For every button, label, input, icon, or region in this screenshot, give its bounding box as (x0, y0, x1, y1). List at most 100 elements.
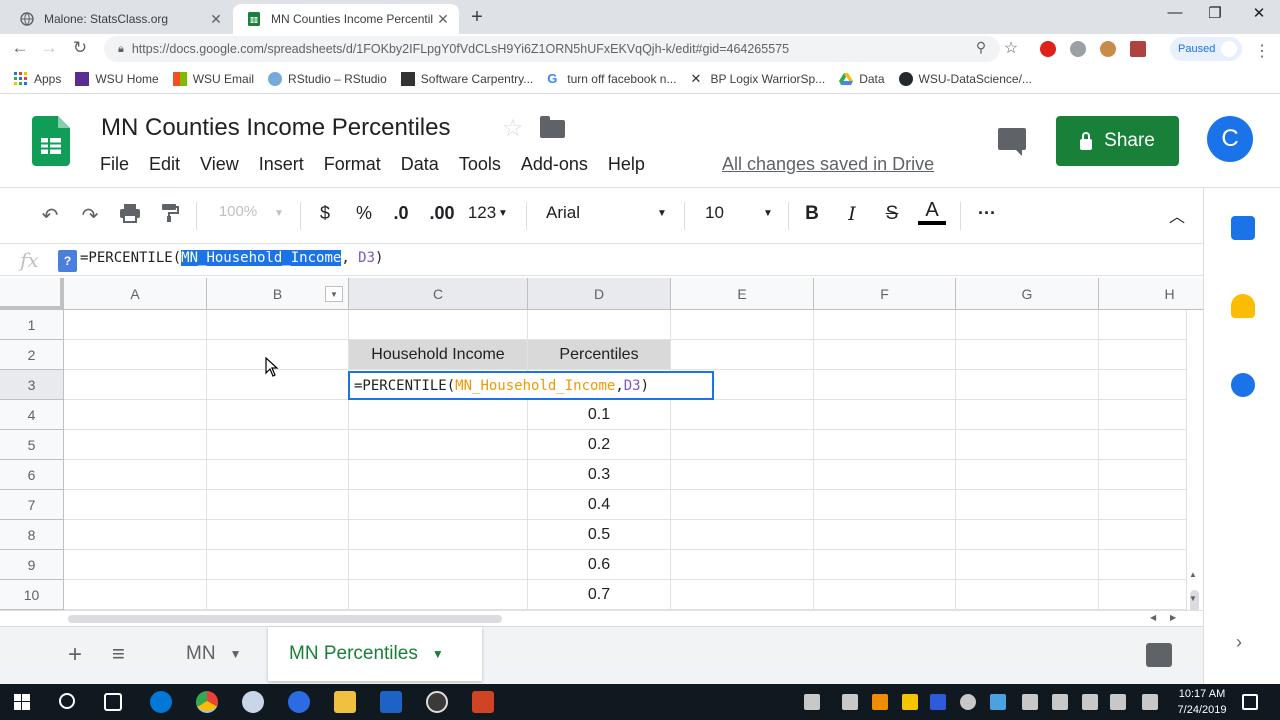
font-size-select[interactable]: 10 (705, 203, 724, 223)
grid-cell[interactable] (956, 460, 1099, 490)
column-menu-chevron-icon[interactable]: ▼ (325, 286, 343, 302)
grid-cell[interactable] (671, 310, 814, 340)
media-player-icon[interactable] (288, 691, 310, 713)
expand-panel-chevron-icon[interactable]: › (1236, 632, 1242, 653)
menu-tools[interactable]: Tools (459, 154, 501, 175)
cell-d2-header[interactable]: Percentiles (528, 340, 671, 370)
search-icon[interactable] (59, 693, 75, 709)
menu-format[interactable]: Format (324, 154, 381, 175)
grid-cell[interactable] (207, 520, 349, 550)
font-select[interactable]: Arial (546, 203, 580, 223)
all-sheets-menu-icon[interactable]: ≡ (112, 641, 125, 667)
bookmark-software-carpentry[interactable]: Software Carpentry... (400, 71, 533, 86)
cell-c2-header[interactable]: Household Income (349, 340, 528, 370)
grid-cell[interactable] (349, 550, 528, 580)
formula-input[interactable]: =PERCENTILE(MN_Household_Income, D3) (80, 250, 383, 266)
grid-cell[interactable] (207, 580, 349, 610)
menu-insert[interactable]: Insert (259, 154, 304, 175)
pdf-extension-icon[interactable] (1130, 41, 1146, 57)
paint-app-icon[interactable] (242, 691, 264, 713)
row-header-1[interactable]: 1 (0, 310, 64, 340)
scroll-up-icon[interactable]: ▲ (1189, 570, 1197, 579)
tray-app-icon[interactable] (1022, 694, 1038, 710)
column-header-f[interactable]: F (814, 278, 956, 310)
percent-format-button[interactable]: % (352, 203, 376, 224)
collapse-toolbar-icon[interactable]: ︿ (1166, 203, 1188, 227)
grid-cell[interactable] (207, 550, 349, 580)
strikethrough-button[interactable]: S (882, 203, 902, 225)
grid-cell[interactable] (207, 490, 349, 520)
close-tab-icon[interactable]: ✕ (433, 11, 453, 28)
vertical-scrollbar[interactable] (1186, 310, 1203, 610)
camera-app-icon[interactable] (426, 691, 448, 713)
grid-cell[interactable] (528, 310, 671, 340)
grid-cell[interactable] (64, 430, 207, 460)
share-button[interactable]: Share (1056, 116, 1179, 166)
grid-cell[interactable] (671, 520, 814, 550)
notifications-icon[interactable] (1242, 694, 1258, 710)
tray-app-icon[interactable] (960, 694, 976, 710)
paint-format-icon[interactable] (158, 203, 182, 228)
column-header-g[interactable]: G (956, 278, 1099, 310)
keep-icon[interactable] (1231, 294, 1255, 318)
spreadsheet-grid[interactable]: A B ▼ C D E F G H 1 2 3 4 5 6 7 8 9 10 H… (0, 278, 1203, 610)
sheets-logo-icon[interactable] (32, 116, 70, 166)
minimize-icon[interactable]: — (1160, 4, 1190, 21)
grid-cell[interactable] (814, 460, 956, 490)
cell-d10[interactable]: 0.7 (528, 580, 671, 610)
grid-cell[interactable] (64, 310, 207, 340)
cell-d5[interactable]: 0.2 (528, 430, 671, 460)
zoom-icon[interactable]: ⚲ (970, 39, 992, 56)
forward-icon[interactable]: → (38, 38, 60, 58)
bold-button[interactable]: B (802, 203, 822, 225)
decrease-decimal-button[interactable]: .0 (388, 203, 414, 224)
horizontal-scrollbar[interactable]: ◀ ▶ (0, 610, 1203, 626)
taskbar-clock[interactable]: 10:17 AM 7/24/2019 (1172, 686, 1232, 718)
windows-start-icon[interactable] (14, 694, 30, 715)
tray-app-icon[interactable] (930, 694, 946, 710)
grid-cell[interactable] (349, 430, 528, 460)
grid-cell[interactable] (814, 490, 956, 520)
menu-help[interactable]: Help (608, 154, 645, 175)
grid-cell[interactable] (814, 550, 956, 580)
grid-cell[interactable] (64, 340, 207, 370)
grid-cell[interactable] (671, 550, 814, 580)
grid-cell[interactable] (671, 340, 814, 370)
row-header-10[interactable]: 10 (0, 580, 64, 610)
grid-cell[interactable] (671, 490, 814, 520)
sheet-tab-mn[interactable]: MN ▼ (168, 627, 268, 681)
extension-icon[interactable] (1070, 41, 1086, 57)
grid-cell[interactable] (207, 400, 349, 430)
profile-paused-button[interactable]: Paused (1170, 37, 1242, 61)
row-header-5[interactable]: 5 (0, 430, 64, 460)
pen-icon[interactable] (1142, 694, 1158, 710)
file-explorer-icon[interactable] (334, 691, 356, 713)
grid-cell[interactable] (207, 310, 349, 340)
grid-cell[interactable] (671, 460, 814, 490)
select-all-corner[interactable] (0, 278, 64, 310)
grid-cell[interactable] (956, 400, 1099, 430)
battery-icon[interactable] (1082, 694, 1098, 710)
zoom-select[interactable]: 100% (212, 203, 264, 220)
menu-view[interactable]: View (200, 154, 239, 175)
address-bar[interactable]: 🔒︎ https://docs.google.com/spreadsheets/… (104, 36, 1000, 62)
bookmark-facebook[interactable]: Gturn off facebook n... (547, 71, 676, 86)
folder-icon[interactable] (540, 116, 565, 138)
scroll-down-icon[interactable]: ▼ (1189, 594, 1197, 603)
tray-app-icon[interactable] (902, 694, 918, 710)
cell-d8[interactable]: 0.5 (528, 520, 671, 550)
scroll-left-icon[interactable]: ◀ (1150, 613, 1156, 622)
undo-icon[interactable]: ↶ (38, 203, 62, 228)
grid-cell[interactable] (671, 430, 814, 460)
italic-button[interactable]: I (842, 203, 862, 225)
add-sheet-button[interactable]: + (68, 641, 82, 669)
cell-d6[interactable]: 0.3 (528, 460, 671, 490)
browser-tab-statsclass[interactable]: Malone: StatsClass.org ✕ (6, 4, 232, 34)
doc-title[interactable]: MN Counties Income Percentiles (101, 114, 450, 142)
chrome-icon[interactable] (196, 691, 218, 713)
menu-file[interactable]: File (100, 154, 129, 175)
bookmark-apps[interactable]: Apps (14, 71, 61, 86)
grid-cell[interactable] (64, 580, 207, 610)
print-icon[interactable] (118, 203, 142, 228)
row-header-8[interactable]: 8 (0, 520, 64, 550)
